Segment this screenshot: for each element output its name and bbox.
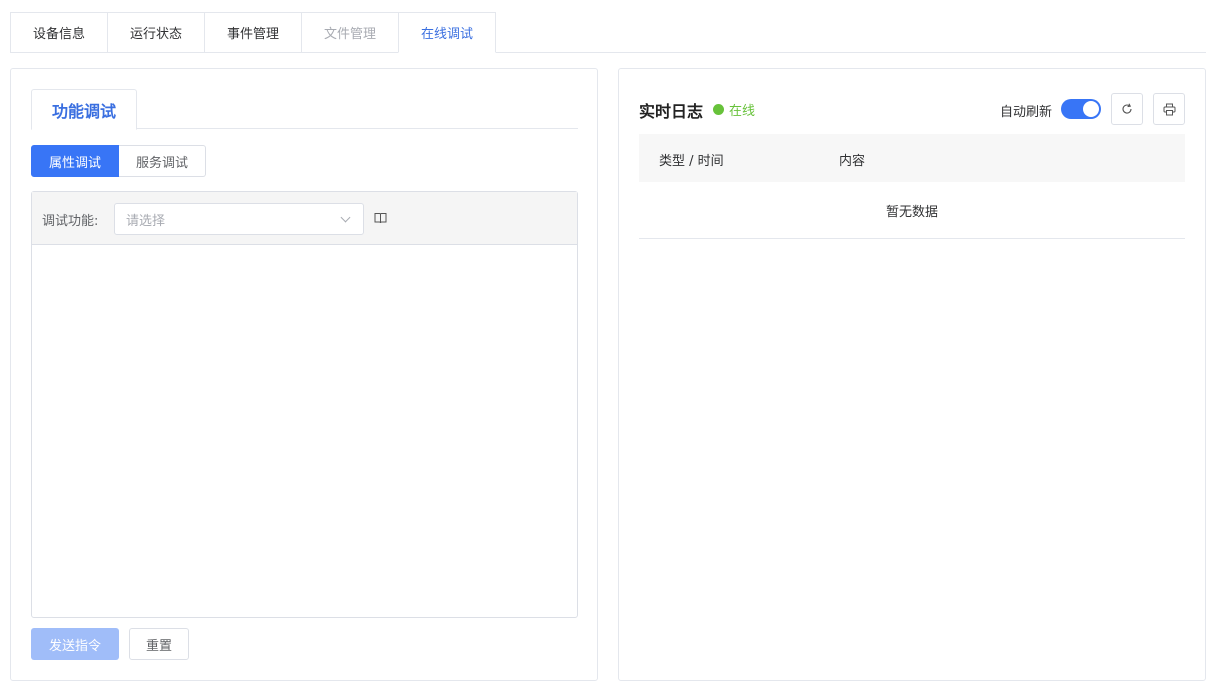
- debug-header: 调试功能: 请选择: [32, 192, 577, 245]
- debug-function-select[interactable]: 请选择: [114, 203, 364, 235]
- select-placeholder: 请选择: [126, 213, 166, 229]
- empty-state: 暂无数据: [639, 182, 1185, 239]
- property-debug-button[interactable]: 属性调试: [31, 145, 119, 177]
- function-debug-panel: 功能调试 属性调试 服务调试 调试功能: 请选择 发送指令 重置: [10, 68, 598, 681]
- reset-button[interactable]: 重置: [129, 628, 189, 660]
- toggle-knob: [1083, 101, 1099, 117]
- tab-file-management[interactable]: 文件管理: [301, 12, 399, 53]
- log-table-header: 类型 / 时间 内容: [639, 134, 1185, 182]
- send-command-button[interactable]: 发送指令: [31, 628, 119, 660]
- book-icon[interactable]: [374, 212, 387, 224]
- column-type-time: 类型 / 时间: [659, 154, 724, 169]
- online-status-badge: 在线: [713, 100, 755, 119]
- status-text: 在线: [729, 104, 756, 119]
- top-tab-bar: 设备信息 运行状态 事件管理 文件管理 在线调试: [10, 12, 1206, 53]
- debug-area: 调试功能: 请选择: [31, 191, 578, 618]
- tab-running-status[interactable]: 运行状态: [107, 12, 205, 53]
- service-debug-button[interactable]: 服务调试: [119, 145, 206, 177]
- log-table: 类型 / 时间 内容 暂无数据: [639, 134, 1185, 239]
- refresh-icon: [1122, 103, 1132, 114]
- printer-icon: [1163, 103, 1175, 115]
- sub-tab-bar: 功能调试: [31, 89, 578, 130]
- realtime-log-panel: 实时日志 在线 自动刷新 类型 / 时间 内容 暂无数据: [618, 68, 1206, 681]
- tab-online-debug[interactable]: 在线调试: [398, 12, 496, 53]
- status-dot-icon: [713, 104, 724, 115]
- tab-event-management[interactable]: 事件管理: [204, 12, 302, 53]
- log-title: 实时日志: [639, 102, 704, 121]
- debug-function-label: 调试功能:: [42, 214, 99, 229]
- page-root: 设备信息 运行状态 事件管理 文件管理 在线调试 功能调试 属性调试 服务调试 …: [0, 0, 1217, 693]
- auto-refresh-toggle[interactable]: [1061, 99, 1101, 119]
- debug-mode-segment: 属性调试 服务调试: [31, 145, 206, 177]
- auto-refresh-label: 自动刷新: [1000, 105, 1053, 120]
- chevron-down-icon: [340, 212, 351, 222]
- tab-device-info[interactable]: 设备信息: [10, 12, 108, 53]
- clear-log-button[interactable]: [1153, 93, 1185, 125]
- column-content: 内容: [839, 154, 866, 169]
- tab-function-debug[interactable]: 功能调试: [31, 89, 137, 130]
- refresh-button[interactable]: [1111, 93, 1143, 125]
